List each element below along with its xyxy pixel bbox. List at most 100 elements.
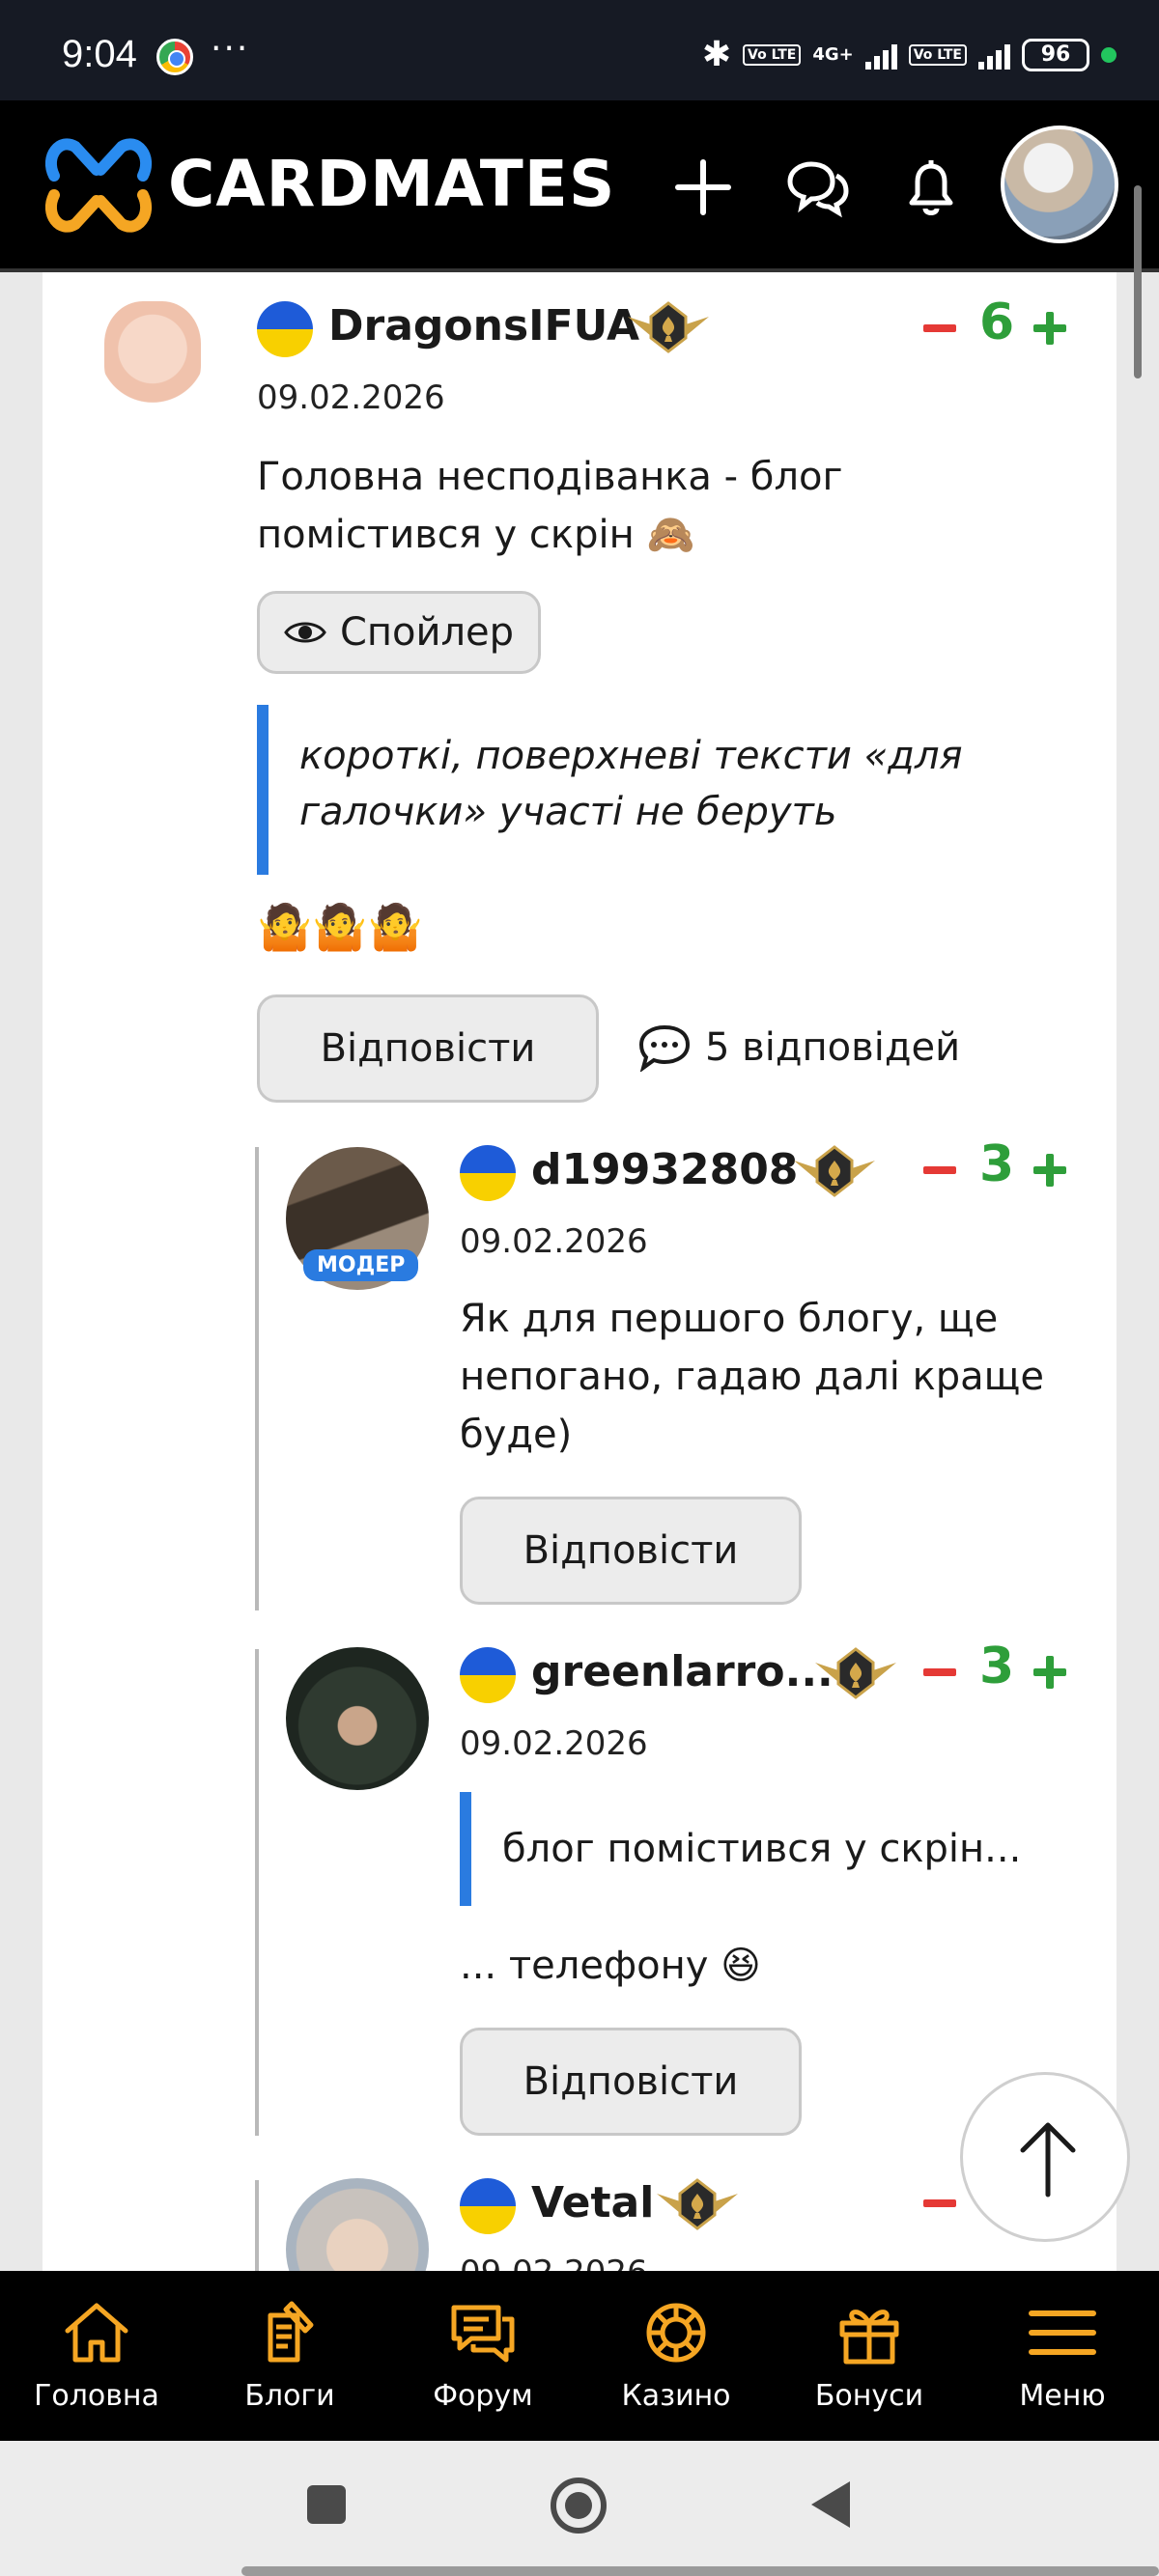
reply-username[interactable]: Vetal — [531, 2178, 654, 2227]
reply-button[interactable]: Відповісти — [257, 994, 599, 1103]
comment-quote: короткі, поверхневі тексти «для галочки»… — [257, 705, 1049, 875]
reply-username[interactable]: greenlarro... — [531, 1647, 834, 1696]
reply-label: Відповісти — [320, 1026, 536, 1071]
thread-line — [255, 2180, 259, 2271]
menu-icon — [1029, 2310, 1096, 2355]
volte-icon: Vo LTE — [743, 43, 802, 66]
quote-line: короткі, поверхневі тексти «для — [299, 734, 963, 778]
home-icon — [65, 2303, 128, 2363]
nav-label: Блоги — [244, 2379, 335, 2413]
status-bar: 9:04 ··· ✱ Vo LTE 4G+ Vo LTE 96 — [0, 0, 1159, 100]
status-more: ··· — [211, 29, 250, 69]
nav-item-bonuses[interactable]: Бонуси — [773, 2271, 966, 2441]
chat-icon[interactable] — [782, 153, 852, 222]
ukraine-flag-icon — [460, 1145, 516, 1201]
reply-avatar[interactable] — [286, 2178, 429, 2271]
reply-text: Як для першого блогу, ще непогано, гадаю… — [460, 1290, 1044, 1464]
reply-text-line: буде) — [460, 1413, 573, 1457]
replies-count: 5 відповідей — [705, 1025, 961, 1070]
reply-button[interactable]: Відповісти — [460, 2028, 802, 2136]
eye-icon — [284, 622, 326, 643]
gesture-bar — [241, 2566, 1159, 2576]
rank-badge-icon — [794, 1145, 875, 1197]
rank-badge-icon — [815, 1647, 896, 1699]
page-scrollbar[interactable] — [1134, 185, 1142, 378]
reply-text-line: непогано, гадаю далі краще — [460, 1355, 1044, 1399]
forum-icon — [451, 2305, 515, 2363]
nav-label: Форум — [433, 2379, 533, 2413]
comment-text-line: Головна несподіванка - блог — [257, 455, 843, 499]
nav-label: Меню — [1019, 2379, 1106, 2413]
quote-line: галочки» участі не беруть — [299, 790, 837, 834]
status-time: 9:04 — [62, 33, 137, 75]
network-type: 4G+ — [812, 44, 854, 65]
reply-date: 09.02.2026 — [460, 1222, 648, 1261]
vote-down-button[interactable] — [923, 1668, 956, 1676]
ukraine-flag-icon — [460, 1647, 516, 1703]
reply-avatar[interactable] — [286, 1647, 429, 1790]
ukraine-flag-icon — [460, 2178, 516, 2234]
comment-username[interactable]: DragonsIFUA — [328, 301, 639, 350]
spoiler-label: Спойлер — [339, 610, 515, 655]
nav-item-menu[interactable]: Меню — [966, 2271, 1159, 2441]
battery-icon: 96 — [1022, 38, 1089, 71]
speech-bubble-icon — [638, 1024, 691, 1072]
comment-avatar[interactable] — [104, 301, 201, 407]
comment-emojis: 🤷🤷🤷 — [257, 901, 423, 953]
vote-score: 6 — [979, 294, 1015, 351]
reply-button[interactable]: Відповісти — [460, 1497, 802, 1605]
vote-up-button[interactable] — [1033, 1154, 1066, 1187]
signal-icon — [864, 41, 897, 70]
comment-text: Головна несподіванка - блог помістився у… — [257, 448, 843, 564]
rank-badge-icon — [657, 2178, 738, 2230]
system-navigation-bar — [0, 2441, 1159, 2576]
reply-label: Відповісти — [523, 2059, 739, 2104]
plus-icon[interactable] — [668, 153, 738, 222]
bell-icon[interactable] — [896, 153, 966, 222]
thread-line — [255, 1649, 259, 2136]
ukraine-flag-icon — [257, 301, 313, 357]
comment-date: 09.02.2026 — [257, 378, 445, 417]
vote-up-button[interactable] — [1033, 1656, 1066, 1689]
reply-date: 09.02.2026 — [460, 2254, 648, 2271]
vote-score: 3 — [979, 1638, 1015, 1695]
arrow-up-icon — [1020, 2122, 1076, 2198]
recents-button[interactable] — [307, 2485, 346, 2524]
logo-text[interactable]: CARDMATES — [168, 147, 615, 221]
bottom-navigation: Головна Блоги Форум Казино Бонуси Меню — [0, 2271, 1159, 2441]
back-button[interactable] — [811, 2481, 850, 2528]
vote-down-button[interactable] — [923, 2199, 956, 2207]
nav-item-blogs[interactable]: Блоги — [193, 2271, 386, 2441]
reply-text: ... телефону 😆 — [460, 1944, 761, 1988]
blog-icon — [268, 2301, 314, 2363]
cardmates-logo-icon[interactable] — [41, 127, 156, 243]
nav-item-forum[interactable]: Форум — [386, 2271, 580, 2441]
nav-item-home[interactable]: Головна — [0, 2271, 193, 2441]
privacy-dot-icon — [1101, 46, 1117, 63]
nav-label: Бонуси — [814, 2379, 924, 2413]
nav-label: Казино — [621, 2379, 731, 2413]
scroll-to-top-button[interactable] — [960, 2072, 1130, 2242]
home-button[interactable] — [551, 2478, 607, 2534]
vote-up-button[interactable] — [1033, 312, 1066, 345]
nav-item-casino[interactable]: Казино — [580, 2271, 773, 2441]
vote-score: 3 — [979, 1135, 1015, 1193]
comments-section: DragonsIFUA 6 09.02.2026 Головна несподі… — [42, 272, 1117, 2271]
spoiler-button[interactable]: Спойлер — [257, 591, 541, 674]
vote-down-button[interactable] — [923, 324, 956, 332]
rank-badge-icon — [628, 301, 709, 353]
comment-text-line: помістився у скрін 🙈 — [257, 513, 695, 557]
thread-line — [255, 1147, 259, 1610]
vote-down-button[interactable] — [923, 1166, 956, 1174]
user-avatar[interactable] — [1001, 126, 1118, 243]
moderator-badge: МОДЕР — [303, 1249, 419, 1281]
casino-icon — [646, 2303, 706, 2363]
replies-count-link[interactable]: 5 відповідей — [637, 1023, 960, 1072]
reply-text-line: Як для першого блогу, ще — [460, 1297, 999, 1341]
reply-quote: блог помістився у скрін... — [460, 1792, 1078, 1906]
nav-label: Головна — [34, 2379, 159, 2413]
gift-icon — [839, 2310, 899, 2365]
reply-username[interactable]: d19932808 — [531, 1145, 798, 1194]
bluetooth-icon: ✱ — [701, 35, 732, 74]
reply-label: Відповісти — [523, 1528, 739, 1573]
